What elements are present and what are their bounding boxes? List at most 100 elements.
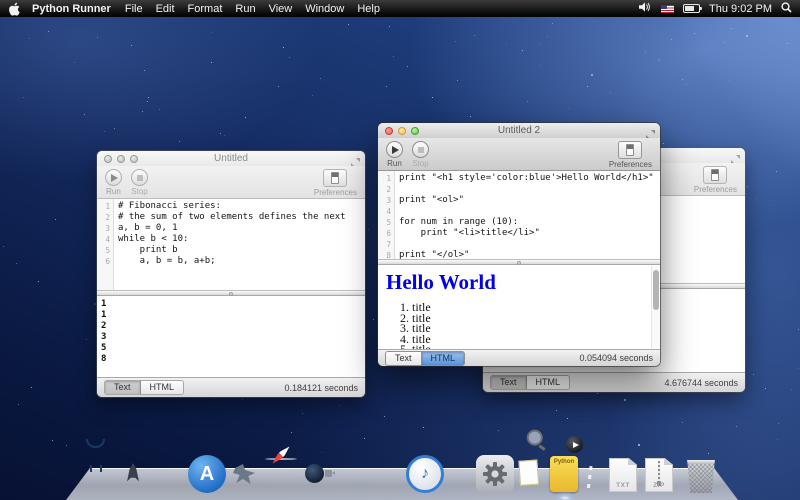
preferences-button[interactable]: Preferences bbox=[609, 141, 652, 169]
html-view-tab[interactable]: HTML bbox=[526, 376, 570, 389]
fullscreen-icon[interactable] bbox=[646, 126, 655, 135]
line-number: 4 bbox=[378, 206, 394, 217]
output-line: 1 bbox=[97, 299, 365, 310]
line-number: 7 bbox=[378, 239, 394, 250]
close-button[interactable] bbox=[385, 127, 393, 135]
app-menu[interactable]: Python Runner bbox=[32, 3, 111, 15]
code-text: # Fibonacci series: bbox=[113, 201, 221, 212]
volume-icon[interactable] bbox=[639, 2, 652, 15]
code-text: a, b = b, a+b; bbox=[113, 256, 216, 267]
stop-button[interactable]: Stop bbox=[412, 141, 429, 168]
menu-item[interactable]: File bbox=[125, 3, 143, 15]
code-editor[interactable]: 1print "<h1 style='color:blue'>Hello Wor… bbox=[378, 171, 660, 259]
mail-icon[interactable] bbox=[225, 455, 263, 493]
txt-document-icon[interactable]: TXT bbox=[609, 458, 637, 492]
preferences-switch-icon bbox=[703, 166, 727, 184]
system-preferences-icon[interactable] bbox=[476, 455, 514, 493]
scrollbar[interactable] bbox=[651, 266, 660, 348]
line-number: 3 bbox=[97, 223, 113, 234]
line-number: 2 bbox=[97, 212, 113, 223]
window-untitled: Untitled Run Stop Preferences 1# Fibonac… bbox=[97, 151, 365, 397]
toolbar: Run Stop Preferences bbox=[97, 166, 365, 199]
preferences-button[interactable]: Preferences bbox=[314, 169, 357, 197]
stop-button[interactable]: Stop bbox=[131, 169, 148, 196]
input-source-flag-icon[interactable] bbox=[661, 5, 674, 13]
title-bar[interactable]: Untitled 2 bbox=[378, 123, 660, 138]
menu-item[interactable]: Run bbox=[235, 3, 255, 15]
list-item: title bbox=[412, 323, 660, 334]
preferences-switch-icon bbox=[323, 169, 347, 187]
code-line: 4while b < 10: bbox=[97, 234, 365, 245]
zip-document-icon[interactable]: ZIP bbox=[645, 458, 673, 492]
line-number: 3 bbox=[378, 195, 394, 206]
menu-item[interactable]: View bbox=[269, 3, 293, 15]
run-button[interactable]: Run bbox=[105, 169, 122, 196]
output-line: 3 bbox=[97, 332, 365, 343]
menu-item[interactable]: Window bbox=[305, 3, 344, 15]
text-view-tab[interactable]: Text bbox=[386, 352, 421, 365]
python-runner-icon[interactable]: Python bbox=[546, 455, 584, 493]
code-line: 4 bbox=[378, 206, 660, 217]
battery-icon[interactable] bbox=[683, 4, 700, 13]
code-line: 1# Fibonacci series: bbox=[97, 201, 365, 212]
view-toggle: Text HTML bbox=[385, 351, 465, 366]
code-line: 8print "</ol>" bbox=[378, 250, 660, 259]
line-number: 8 bbox=[378, 250, 394, 259]
zoom-button[interactable] bbox=[130, 155, 138, 163]
output-line: 1 bbox=[97, 310, 365, 321]
close-button[interactable] bbox=[104, 155, 112, 163]
html-output-area[interactable]: Hello World titletitletitletitletitletit… bbox=[378, 265, 660, 349]
scrollbar-thumb[interactable] bbox=[653, 270, 659, 310]
elapsed-time: 4.676744 seconds bbox=[664, 378, 738, 388]
minimize-button[interactable] bbox=[117, 155, 125, 163]
mission-control-icon[interactable] bbox=[151, 455, 189, 493]
output-area[interactable]: 112358 bbox=[97, 296, 365, 377]
apple-menu-icon[interactable] bbox=[8, 2, 20, 16]
code-text: print "<li>title</li>" bbox=[394, 228, 540, 239]
stop-icon bbox=[418, 147, 424, 153]
code-line: 6 a, b = b, a+b; bbox=[97, 256, 365, 267]
trash-icon[interactable] bbox=[686, 460, 716, 493]
code-line: 5 print b bbox=[97, 245, 365, 256]
toolbar: Run Stop Preferences bbox=[378, 138, 660, 171]
menu-item[interactable]: Edit bbox=[156, 3, 175, 15]
menu-clock[interactable]: Thu 9:02 PM bbox=[709, 3, 772, 15]
zipper-glyph bbox=[658, 461, 660, 482]
menu-item[interactable]: Help bbox=[357, 3, 380, 15]
play-icon bbox=[111, 174, 118, 182]
html-heading: Hello World bbox=[386, 270, 660, 295]
address-book-icon[interactable]: @ bbox=[336, 455, 374, 493]
fullscreen-icon[interactable] bbox=[351, 154, 360, 163]
facetime-icon[interactable] bbox=[299, 455, 337, 493]
text-view-tab[interactable]: Text bbox=[105, 381, 140, 394]
html-view-tab[interactable]: HTML bbox=[421, 352, 465, 365]
fullscreen-icon[interactable] bbox=[731, 151, 740, 160]
line-number: 5 bbox=[378, 217, 394, 228]
title-bar[interactable]: Untitled bbox=[97, 151, 365, 166]
line-number: 6 bbox=[97, 256, 113, 267]
launchpad-icon[interactable] bbox=[114, 455, 152, 493]
window-title: Untitled 2 bbox=[498, 125, 540, 136]
preferences-button[interactable]: Preferences bbox=[694, 166, 737, 194]
elapsed-time: 0.184121 seconds bbox=[284, 383, 358, 393]
code-text: # the sum of two elements defines the ne… bbox=[113, 212, 346, 223]
ical-icon[interactable]: 29 bbox=[371, 455, 409, 493]
safari-icon[interactable] bbox=[262, 455, 300, 493]
html-view-tab[interactable]: HTML bbox=[140, 381, 184, 394]
photo-booth-icon[interactable] bbox=[441, 455, 479, 493]
spotlight-icon[interactable] bbox=[781, 2, 792, 16]
code-editor[interactable]: 1# Fibonacci series:2# the sum of two el… bbox=[97, 199, 365, 290]
finder-icon[interactable] bbox=[77, 455, 115, 493]
menu-item[interactable]: Format bbox=[188, 3, 223, 15]
zoom-button[interactable] bbox=[411, 127, 419, 135]
app-store-icon[interactable]: A bbox=[188, 455, 226, 493]
document-inspector-icon[interactable] bbox=[511, 455, 549, 493]
play-icon bbox=[392, 146, 399, 154]
run-button[interactable]: Run bbox=[386, 141, 403, 168]
text-view-tab[interactable]: Text bbox=[491, 376, 526, 389]
minimize-button[interactable] bbox=[398, 127, 406, 135]
running-app-indicator bbox=[560, 496, 570, 500]
code-text bbox=[394, 206, 399, 217]
line-number: 2 bbox=[378, 184, 394, 195]
itunes-icon[interactable]: ♪ bbox=[406, 455, 444, 493]
